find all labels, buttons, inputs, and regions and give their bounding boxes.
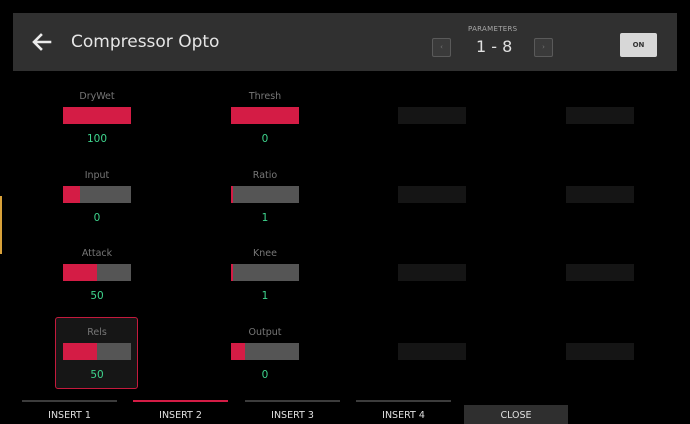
param-value: 0: [93, 212, 101, 224]
param-value: 50: [90, 290, 104, 302]
parameters-label: PARAMETERS: [468, 25, 518, 33]
param-label: Ratio: [252, 170, 278, 181]
param-slider-fill: [63, 264, 97, 281]
param-slider[interactable]: [63, 343, 131, 360]
param-value: 1: [261, 290, 269, 302]
tab-indicator: [133, 400, 228, 402]
tab-indicator: [356, 400, 451, 402]
tab-label: INSERT 2: [159, 410, 202, 421]
tab-label: INSERT 3: [271, 410, 314, 421]
compressor-screen: Compressor Opto PARAMETERS ‹ 1 - 8 › ON …: [13, 13, 677, 424]
param-slider[interactable]: [231, 107, 299, 124]
param-slider-fill: [231, 264, 233, 281]
param-slider[interactable]: [231, 186, 299, 203]
param-slider-fill: [63, 107, 131, 124]
tab-insert-1[interactable]: INSERT 1: [22, 400, 117, 424]
empty-slider: [398, 343, 466, 360]
param-slider[interactable]: [63, 186, 131, 203]
param-value: 0: [261, 133, 269, 145]
param-slider-fill: [231, 343, 245, 360]
parameters-range: 1 - 8: [476, 37, 513, 56]
tab-insert-3[interactable]: INSERT 3: [245, 400, 340, 424]
param-slider[interactable]: [63, 264, 131, 281]
tab-insert-4[interactable]: INSERT 4: [356, 400, 451, 424]
empty-slider: [398, 264, 466, 281]
close-button[interactable]: CLOSE: [464, 405, 568, 424]
side-edge-marker: [0, 196, 2, 254]
param-slider[interactable]: [63, 107, 131, 124]
close-label: CLOSE: [500, 410, 532, 421]
tab-label: INSERT 4: [382, 410, 425, 421]
param-label: Thresh: [248, 91, 282, 102]
tab-label: INSERT 1: [48, 410, 91, 421]
param-slider-fill: [63, 343, 97, 360]
param-value: 100: [86, 133, 108, 145]
empty-slider: [566, 107, 634, 124]
param-slider[interactable]: [231, 264, 299, 281]
empty-slider: [566, 186, 634, 203]
param-label: Knee: [253, 248, 277, 259]
param-value: 0: [261, 369, 269, 381]
header-bar: Compressor Opto PARAMETERS ‹ 1 - 8 › ON: [13, 13, 677, 71]
param-slider-fill: [63, 186, 80, 203]
prev-page-button[interactable]: ‹: [432, 38, 451, 57]
param-slider-fill: [231, 107, 299, 124]
tab-insert-2[interactable]: INSERT 2: [133, 400, 228, 424]
empty-slider: [398, 186, 466, 203]
param-slider-fill: [231, 186, 233, 203]
next-page-button[interactable]: ›: [534, 38, 553, 57]
on-toggle-button[interactable]: ON: [620, 33, 657, 57]
param-value: 1: [261, 212, 269, 224]
parameter-grid: DryWet 100 Thresh 0 Input 0 Ratio 1 Atta…: [13, 71, 677, 401]
empty-slider: [566, 264, 634, 281]
insert-tabs: INSERT 1 INSERT 2 INSERT 3 INSERT 4 CLOS…: [13, 400, 677, 424]
param-label: Output: [248, 327, 282, 338]
tab-indicator: [245, 400, 340, 402]
param-value: 50: [90, 369, 104, 381]
tab-indicator: [22, 400, 117, 402]
param-label: DryWet: [79, 91, 115, 102]
page-title: Compressor Opto: [71, 32, 220, 52]
param-label: Attack: [81, 248, 113, 259]
param-label: Input: [84, 170, 110, 181]
back-arrow-icon[interactable]: [30, 30, 54, 54]
param-label: Rels: [87, 327, 107, 338]
empty-slider: [398, 107, 466, 124]
empty-slider: [566, 343, 634, 360]
param-slider[interactable]: [231, 343, 299, 360]
